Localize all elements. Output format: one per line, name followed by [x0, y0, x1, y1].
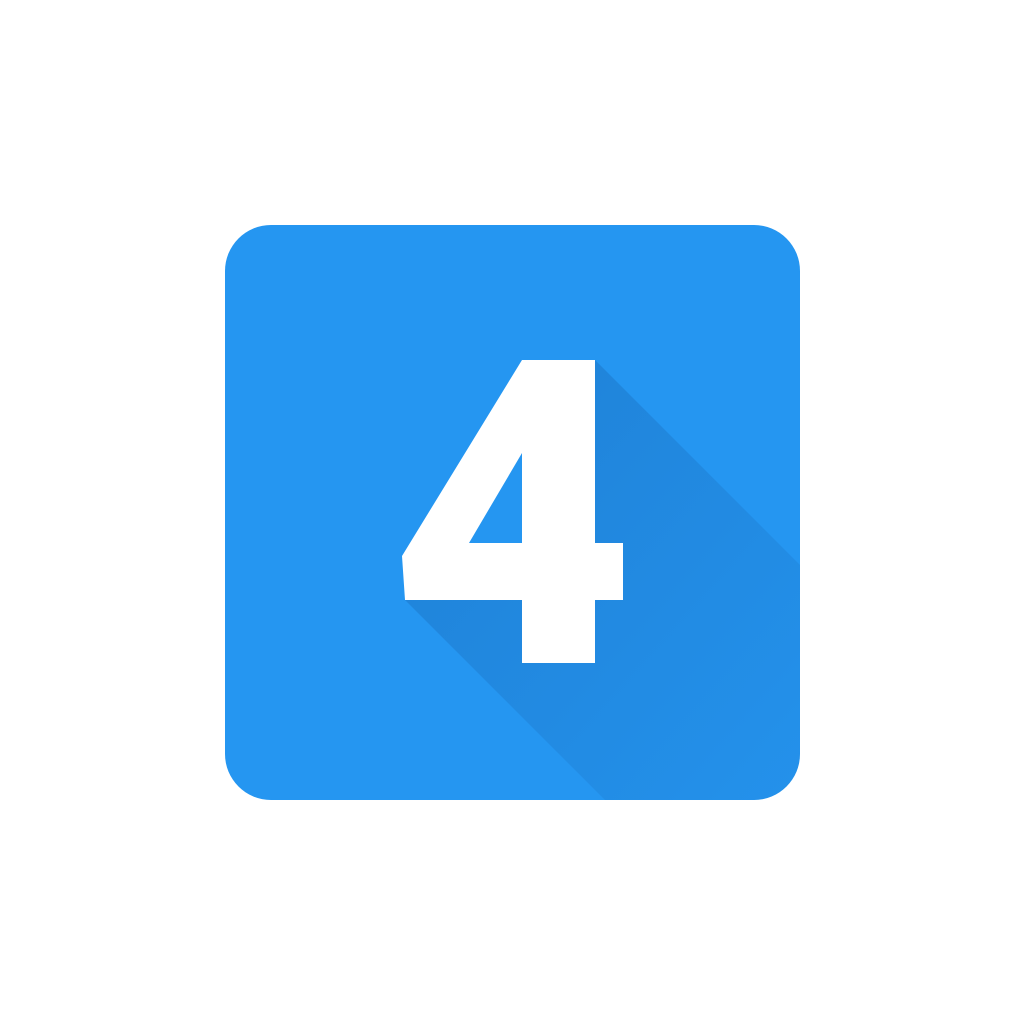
number-four-icon: 4: [225, 225, 800, 800]
tile-graphic: 4: [225, 225, 800, 800]
icon-canvas: 4: [0, 0, 1024, 1024]
